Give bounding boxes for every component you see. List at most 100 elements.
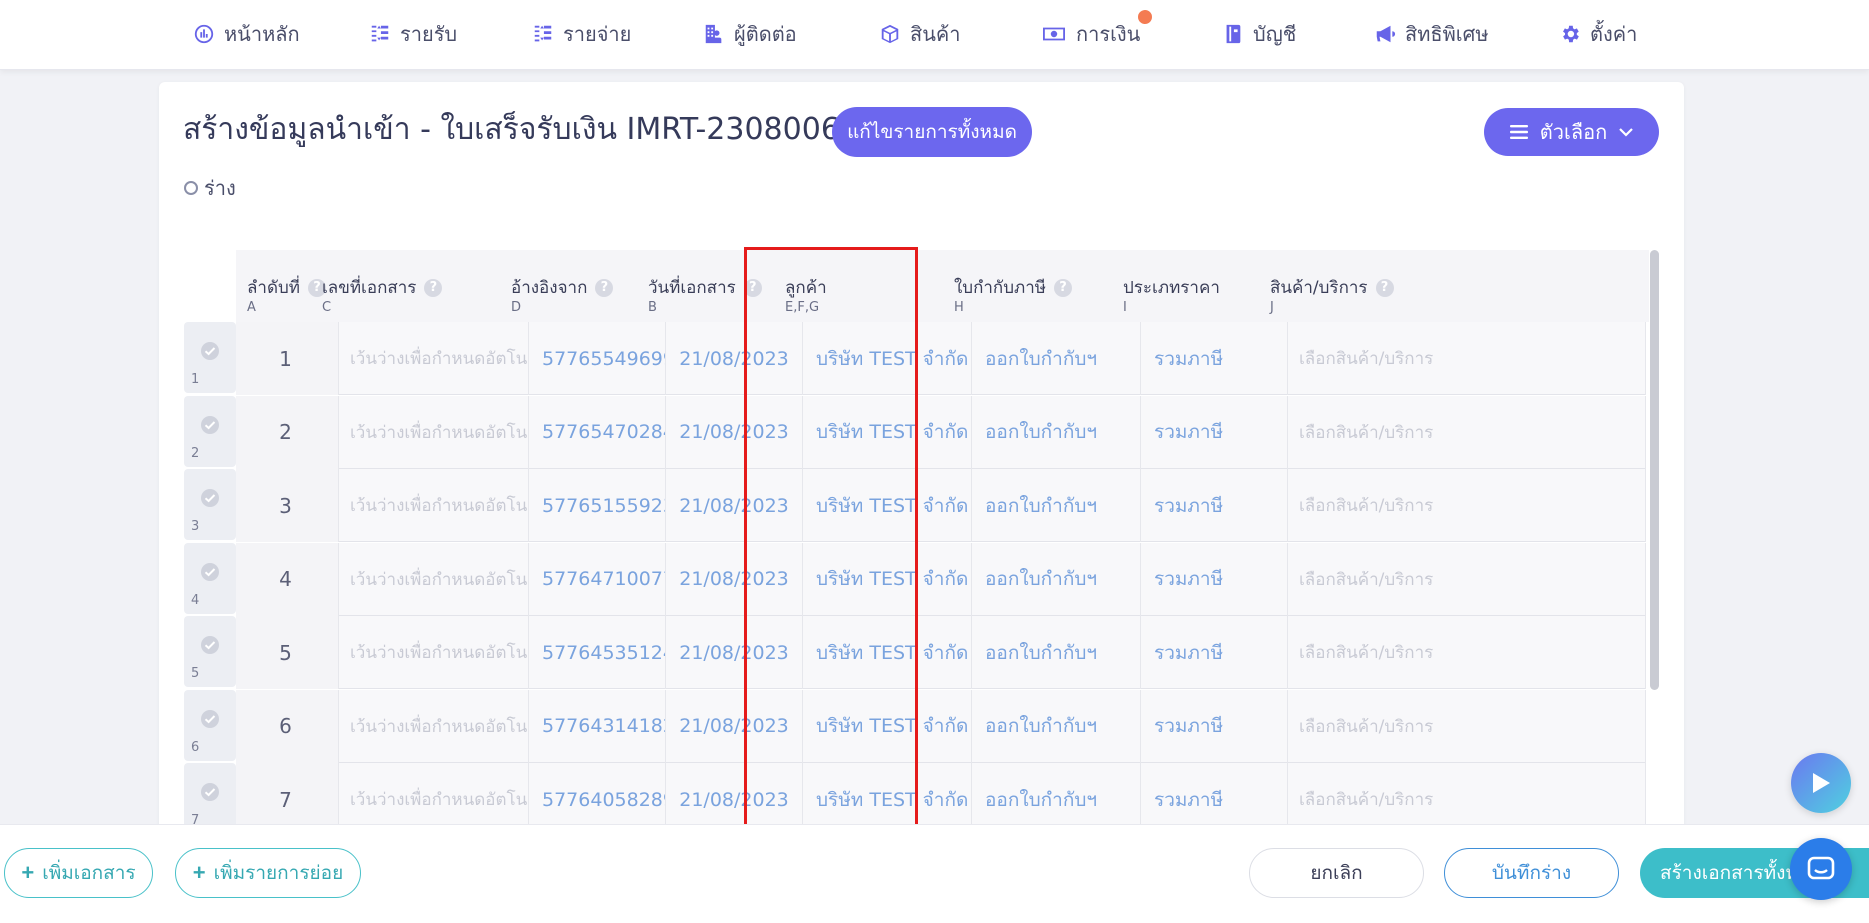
header-column-letter: E,F,G <box>785 300 820 315</box>
reference-cell[interactable]: 57765470284... <box>529 395 666 469</box>
product-cell[interactable]: เลือกสินค้า/บริการ <box>1288 616 1646 689</box>
row-index: 6 <box>191 739 200 755</box>
row-number-cell[interactable]: 6 <box>236 689 339 763</box>
doc-number-cell[interactable]: เว้นว่างเพื่อกำหนดอัตโนมัติ <box>339 542 529 616</box>
customer-cell[interactable]: บริษัท TEST จำกัด <box>803 616 972 689</box>
help-icon[interactable]: ? <box>743 278 762 297</box>
edit-all-button[interactable]: แก้ไขรายการทั้งหมด <box>832 107 1032 157</box>
doc-number-cell[interactable]: เว้นว่างเพื่อกำหนดอัตโนมัติ <box>339 689 529 763</box>
row-number-cell[interactable]: 5 <box>236 616 339 689</box>
header-label: ประเภทราคา <box>1123 278 1220 298</box>
nav-settings[interactable]: ตั้งค่า <box>1559 18 1637 50</box>
tutorial-play-button[interactable] <box>1791 753 1851 813</box>
row-number-cell[interactable]: 1 <box>236 322 339 395</box>
price-type-cell[interactable]: รวมภาษี <box>1141 322 1288 395</box>
customer-cell[interactable]: บริษัท TEST จำกัด <box>803 322 972 395</box>
row-selector[interactable]: 4 <box>184 542 236 614</box>
nav-products[interactable]: สินค้า <box>879 18 961 50</box>
check-circle-icon[interactable] <box>201 562 219 581</box>
tax-invoice-cell[interactable]: ออกใบกำกับฯ <box>972 542 1141 616</box>
row-selector[interactable]: 1 <box>184 322 236 393</box>
header-label: ลูกค้า <box>785 278 827 298</box>
customer-cell[interactable]: บริษัท TEST จำกัด <box>803 469 972 542</box>
customer-cell[interactable]: บริษัท TEST จำกัด <box>803 542 972 616</box>
add-subitem-button[interactable]: + เพิ่มรายการย่อย <box>175 848 361 898</box>
save-draft-button[interactable]: บันทึกร่าง <box>1444 848 1619 898</box>
reference-cell[interactable]: 57765155923... <box>529 469 666 542</box>
row-number-cell[interactable]: 4 <box>236 542 339 616</box>
tax-invoice-cell[interactable]: ออกใบกำกับฯ <box>972 395 1141 469</box>
nav-expense[interactable]: รายจ่าย <box>532 18 631 50</box>
price-type-cell[interactable]: รวมภาษี <box>1141 542 1288 616</box>
customer-cell[interactable]: บริษัท TEST จำกัด <box>803 689 972 763</box>
check-circle-icon[interactable] <box>201 342 219 360</box>
doc-number-cell[interactable]: เว้นว่างเพื่อกำหนดอัตโนมัติ <box>339 322 529 395</box>
table-scrollbar[interactable] <box>1650 250 1659 690</box>
page-title: สร้างข้อมูลนำเข้า - ใบเสร็จรับเงิน IMRT-… <box>183 112 840 147</box>
doc-date-cell[interactable]: 21/08/2023 <box>666 616 803 689</box>
nav-accounting[interactable]: บัญชี <box>1222 18 1296 50</box>
header-column-letter: D <box>511 300 522 315</box>
check-circle-icon[interactable] <box>201 636 219 654</box>
add-document-button[interactable]: + เพิ่มเอกสาร <box>4 848 153 898</box>
help-icon[interactable]: ? <box>1053 278 1072 297</box>
price-type-cell[interactable]: รวมภาษี <box>1141 689 1288 763</box>
nav-privileges[interactable]: สิทธิพิเศษ <box>1374 18 1489 50</box>
product-cell[interactable]: เลือกสินค้า/บริการ <box>1288 469 1646 542</box>
reference-cell[interactable]: 57764710077... <box>529 542 666 616</box>
row-selector[interactable]: 6 <box>184 689 236 761</box>
row-index: 5 <box>191 666 200 681</box>
nav-income[interactable]: รายรับ <box>369 18 457 50</box>
row-selector[interactable]: 3 <box>184 469 236 540</box>
contacts-icon <box>705 24 722 44</box>
cancel-button[interactable]: ยกเลิก <box>1249 848 1424 898</box>
price-type-cell[interactable]: รวมภาษี <box>1141 469 1288 542</box>
nav-label: หน้าหลัก <box>224 22 300 46</box>
doc-date-cell[interactable]: 21/08/2023 <box>666 689 803 763</box>
row-selector[interactable]: 5 <box>184 616 236 687</box>
tax-invoice-cell[interactable]: ออกใบกำกับฯ <box>972 616 1141 689</box>
chat-button[interactable] <box>1790 838 1852 900</box>
table-row: 5เว้นว่างเพื่อกำหนดอัตโนมัติ57764535124.… <box>236 616 1646 689</box>
check-circle-icon[interactable] <box>201 489 219 507</box>
product-cell[interactable]: เลือกสินค้า/บริการ <box>1288 689 1646 763</box>
doc-date-cell[interactable]: 21/08/2023 <box>666 395 803 469</box>
row-number-cell[interactable]: 2 <box>236 395 339 469</box>
tax-invoice-cell[interactable]: ออกใบกำกับฯ <box>972 469 1141 542</box>
help-icon[interactable]: ? <box>595 278 614 297</box>
tax-invoice-cell[interactable]: ออกใบกำกับฯ <box>972 322 1141 395</box>
price-type-cell[interactable]: รวมภาษี <box>1141 616 1288 689</box>
help-icon[interactable]: ? <box>1375 278 1394 297</box>
doc-number-cell[interactable]: เว้นว่างเพื่อกำหนดอัตโนมัติ <box>339 395 529 469</box>
nav-contacts[interactable]: ผู้ติดต่อ <box>703 18 797 50</box>
header-label: สินค้า/บริการ <box>1270 278 1368 298</box>
check-circle-icon[interactable] <box>201 415 219 434</box>
price-type-cell[interactable]: รวมภาษี <box>1141 395 1288 469</box>
row-selector[interactable]: 2 <box>184 395 236 467</box>
ledger-icon <box>1226 24 1241 44</box>
customer-cell[interactable]: บริษัท TEST จำกัด <box>803 395 972 469</box>
reference-cell[interactable]: 57765549699... <box>529 322 666 395</box>
header-column-letter: C <box>322 300 332 315</box>
doc-number-cell[interactable]: เว้นว่างเพื่อกำหนดอัตโนมัติ <box>339 469 529 542</box>
doc-date-cell[interactable]: 21/08/2023 <box>666 322 803 395</box>
header-cell: วันที่เอกสาร? B <box>637 250 774 322</box>
check-circle-icon[interactable] <box>201 709 219 728</box>
doc-date-cell[interactable]: 21/08/2023 <box>666 469 803 542</box>
product-cell[interactable]: เลือกสินค้า/บริการ <box>1288 322 1646 395</box>
product-cell[interactable]: เลือกสินค้า/บริการ <box>1288 395 1646 469</box>
product-cell[interactable]: เลือกสินค้า/บริการ <box>1288 542 1646 616</box>
tax-invoice-cell[interactable]: ออกใบกำกับฯ <box>972 689 1141 763</box>
doc-date-cell[interactable]: 21/08/2023 <box>666 542 803 616</box>
row-number-cell[interactable]: 3 <box>236 469 339 542</box>
reference-cell[interactable]: 57764314182... <box>529 689 666 763</box>
reference-cell[interactable]: 57764535124... <box>529 616 666 689</box>
help-icon[interactable]: ? <box>424 278 443 297</box>
check-circle-icon[interactable] <box>201 783 219 801</box>
options-button[interactable]: ตัวเลือก <box>1484 108 1659 156</box>
nav-home[interactable]: หน้าหลัก <box>193 18 300 50</box>
nav-finance[interactable]: การเงิน <box>1041 8 1155 50</box>
nav-label: สินค้า <box>910 22 961 46</box>
doc-number-cell[interactable]: เว้นว่างเพื่อกำหนดอัตโนมัติ <box>339 616 529 689</box>
box-icon <box>881 24 899 44</box>
